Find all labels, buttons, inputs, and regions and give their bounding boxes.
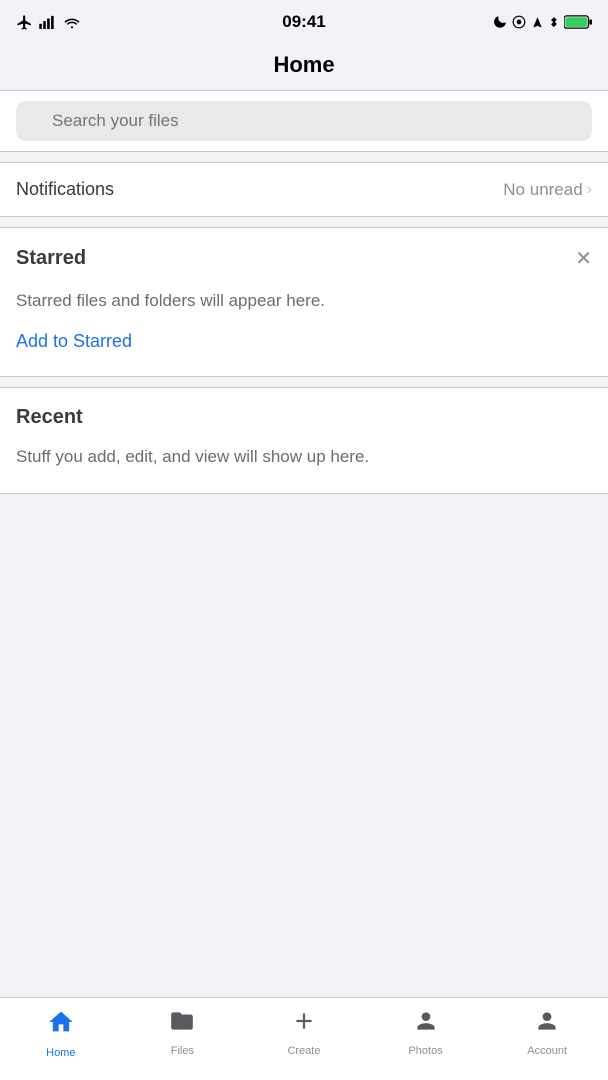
screen-record-icon (512, 15, 526, 29)
account-icon (534, 1008, 560, 1041)
starred-close-button[interactable]: ✕ (575, 246, 592, 271)
tab-create[interactable]: Create (243, 1006, 365, 1057)
tab-home[interactable]: Home (0, 1006, 122, 1059)
content-spacer (0, 494, 608, 997)
location-icon (531, 16, 544, 29)
create-icon (291, 1008, 317, 1041)
notifications-status: No unread › (503, 180, 592, 200)
recent-title: Recent (16, 406, 592, 429)
status-left-icons (16, 14, 81, 31)
recent-section: Recent Stuff you add, edit, and view wil… (0, 387, 608, 494)
files-icon (169, 1008, 195, 1041)
notifications-row[interactable]: Notifications No unread › (0, 162, 608, 217)
moon-icon (493, 15, 507, 29)
starred-header: Starred ✕ (16, 246, 592, 271)
divider-3 (0, 377, 608, 387)
wifi-icon (63, 15, 81, 29)
divider-1 (0, 152, 608, 162)
recent-description: Stuff you add, edit, and view will show … (16, 445, 592, 469)
notifications-status-text: No unread (503, 180, 582, 200)
tab-account[interactable]: Account (486, 1006, 608, 1057)
search-wrapper (16, 101, 592, 141)
bluetooth-icon (549, 15, 559, 29)
notifications-label: Notifications (16, 179, 114, 200)
status-right-icons (493, 15, 592, 29)
status-bar: 09:41 (0, 0, 608, 44)
search-input[interactable] (16, 101, 592, 141)
tab-bar: Home Files Create Photos (0, 997, 608, 1080)
search-container (0, 90, 608, 152)
airplane-icon (16, 14, 33, 31)
signal-icon (39, 15, 57, 29)
add-to-starred-link[interactable]: Add to Starred (16, 331, 132, 351)
tab-home-label: Home (46, 1047, 75, 1059)
tab-account-label: Account (527, 1045, 567, 1057)
battery-icon (564, 15, 592, 29)
starred-title: Starred (16, 247, 86, 270)
starred-section: Starred ✕ Starred files and folders will… (0, 227, 608, 377)
page-title-section: Home (0, 44, 608, 90)
status-time: 09:41 (282, 12, 325, 32)
tab-files-label: Files (171, 1045, 194, 1057)
tab-files[interactable]: Files (122, 1006, 244, 1057)
photos-icon (413, 1008, 439, 1041)
tab-photos-label: Photos (408, 1045, 442, 1057)
chevron-right-icon: › (587, 181, 592, 199)
home-icon (47, 1008, 75, 1043)
tab-photos[interactable]: Photos (365, 1006, 487, 1057)
tab-create-label: Create (287, 1045, 320, 1057)
divider-2 (0, 217, 608, 227)
starred-description: Starred files and folders will appear he… (16, 289, 592, 313)
page-title: Home (0, 52, 608, 78)
